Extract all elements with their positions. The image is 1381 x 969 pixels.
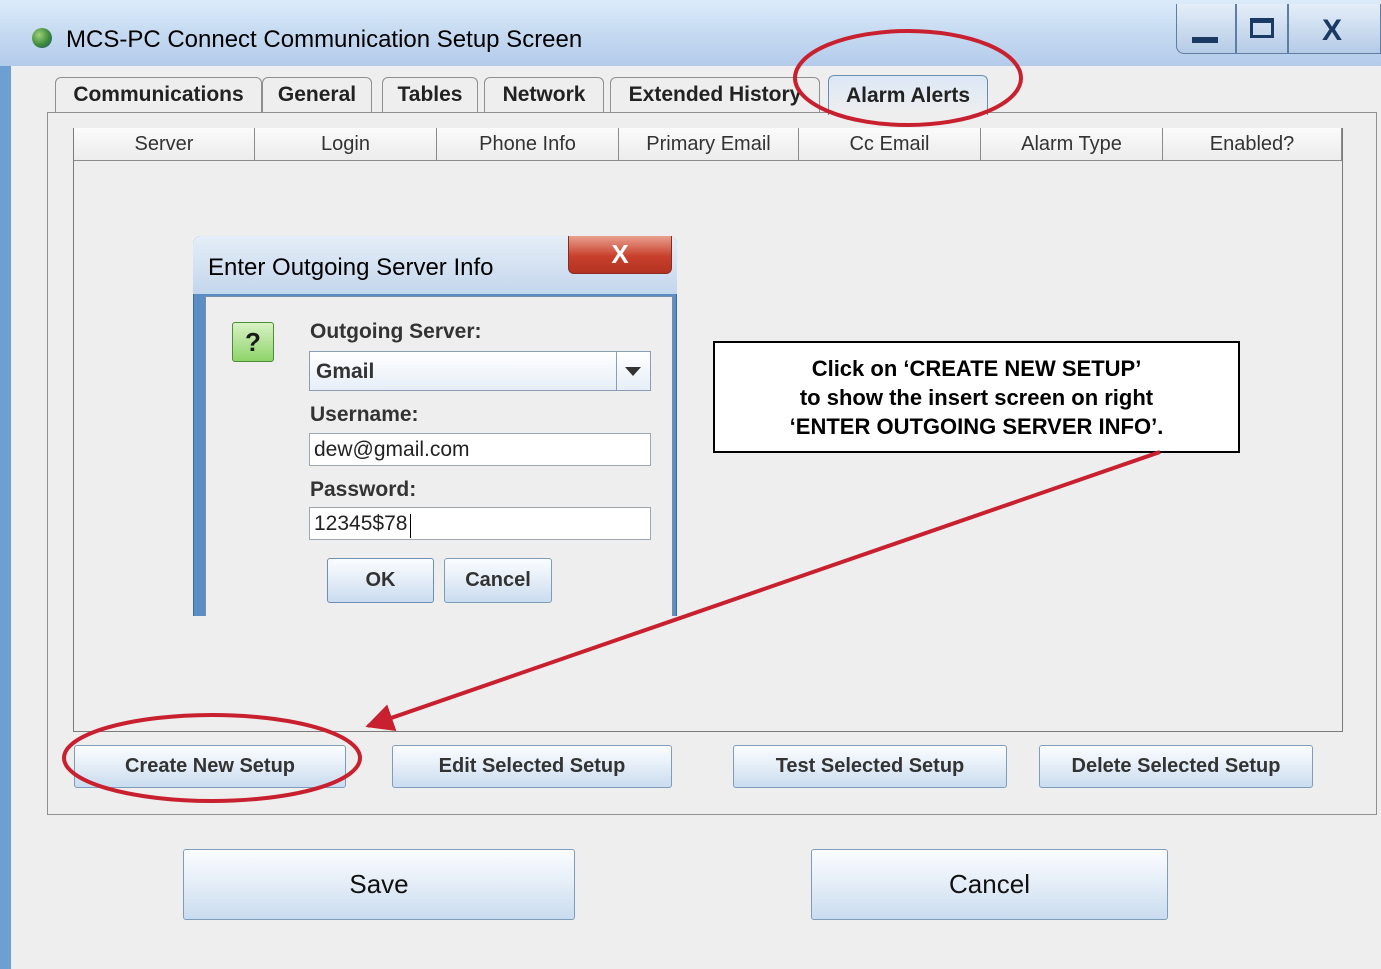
delete-selected-setup-button[interactable]: Delete Selected Setup: [1039, 745, 1313, 788]
create-new-setup-button[interactable]: Create New Setup: [74, 745, 346, 788]
tab-extended-history[interactable]: Extended History: [610, 77, 820, 112]
tab-network[interactable]: Network: [484, 77, 604, 112]
column-header-phone-info[interactable]: Phone Info: [437, 128, 619, 161]
question-icon: ?: [232, 322, 274, 362]
edit-selected-setup-button[interactable]: Edit Selected Setup: [392, 745, 672, 788]
callout-line: to show the insert screen on right: [799, 384, 1154, 410]
tab-communications[interactable]: Communications: [55, 77, 262, 112]
tab-alarm-alerts[interactable]: Alarm Alerts: [828, 75, 988, 115]
callout-line: Click on ‘CREATE NEW SETUP’: [811, 355, 1142, 381]
close-icon: X: [1322, 14, 1343, 47]
app-icon: [32, 28, 52, 48]
username-field[interactable]: dew@gmail.com: [309, 433, 651, 466]
password-label: Password:: [310, 478, 417, 501]
callout-line: ‘ENTER OUTGOING SERVER INFO’.: [789, 413, 1164, 439]
window-title: MCS-PC Connect Communication Setup Scree…: [66, 26, 583, 53]
minimize-icon: [1192, 37, 1218, 43]
text-caret: [410, 514, 411, 538]
tab-general[interactable]: General: [262, 77, 372, 112]
chevron-down-icon: [625, 367, 641, 376]
username-label: Username:: [310, 403, 419, 426]
tab-tables[interactable]: Tables: [382, 77, 478, 112]
column-header-enabled[interactable]: Enabled?: [1163, 128, 1342, 161]
dialog-ok-button[interactable]: OK: [327, 558, 434, 603]
dialog-close-button[interactable]: X: [568, 236, 672, 274]
password-field[interactable]: 12345$78: [309, 507, 651, 540]
column-header-alarm-type[interactable]: Alarm Type: [981, 128, 1163, 161]
column-header-server[interactable]: Server: [74, 128, 255, 161]
maximize-icon: [1250, 18, 1274, 38]
column-header-login[interactable]: Login: [255, 128, 437, 161]
cancel-button[interactable]: Cancel: [811, 849, 1168, 920]
outgoing-server-label: Outgoing Server:: [310, 320, 482, 343]
outgoing-server-value: Gmail: [316, 360, 375, 383]
close-icon: X: [611, 239, 629, 269]
dialog-cancel-button[interactable]: Cancel: [444, 558, 552, 603]
instruction-callout: Click on ‘CREATE NEW SETUP’ to show the …: [713, 341, 1240, 453]
minimize-button[interactable]: [1176, 4, 1236, 54]
column-header-cc-email[interactable]: Cc Email: [799, 128, 981, 161]
save-button[interactable]: Save: [183, 849, 575, 920]
column-header-primary-email[interactable]: Primary Email: [619, 128, 799, 161]
test-selected-setup-button[interactable]: Test Selected Setup: [733, 745, 1007, 788]
dialog-title: Enter Outgoing Server Info: [208, 254, 494, 281]
